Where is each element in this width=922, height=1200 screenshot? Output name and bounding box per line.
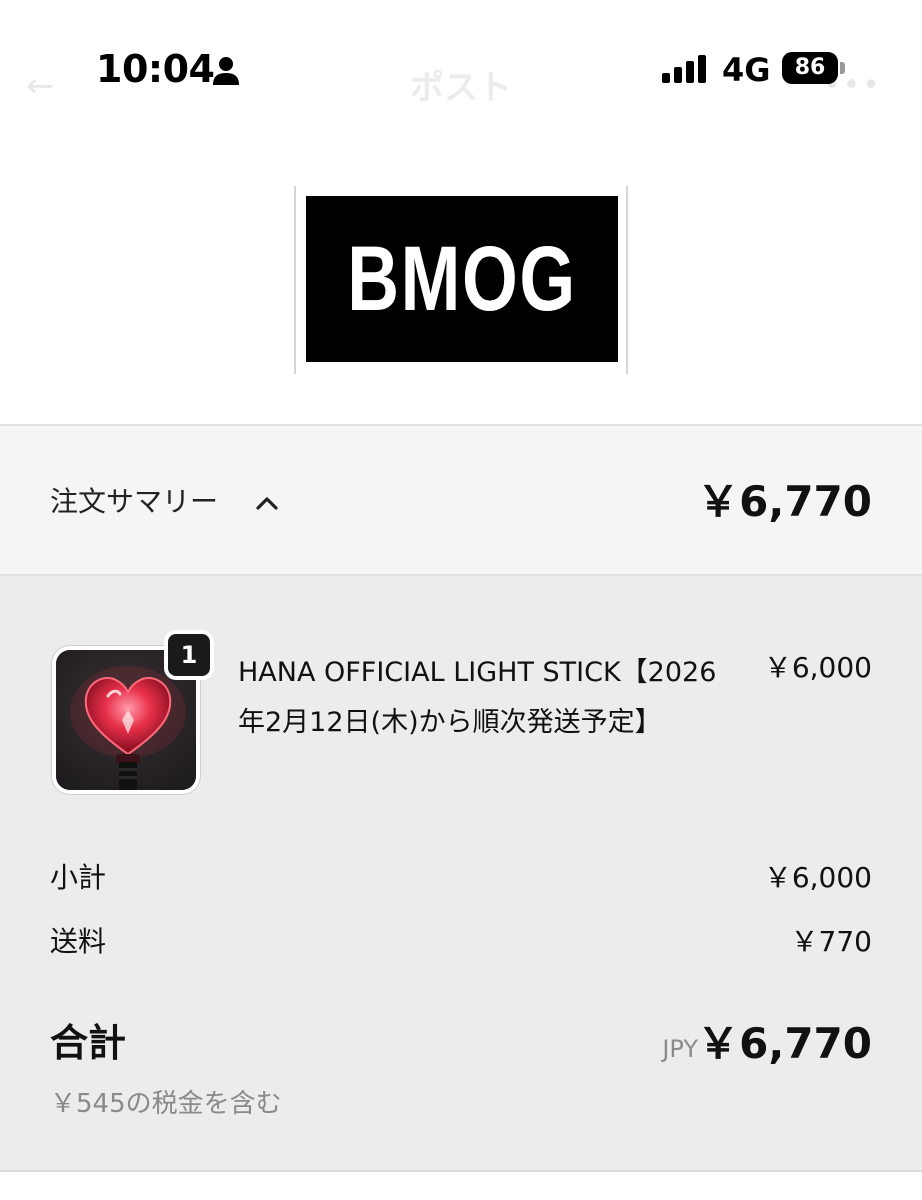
- person-icon: [213, 57, 239, 85]
- status-bar: ← ポスト ••• 10:04 4G 86: [0, 0, 922, 130]
- shipping-label: 送料: [50, 925, 107, 958]
- network-type: 4G: [722, 51, 771, 89]
- battery-nub: [840, 62, 845, 74]
- product-name: HANA OFFICIAL LIGHT STICK【2026年2月12日(木)か…: [238, 657, 717, 738]
- order-details: 1 HANA OFFICIAL LIGHT STICK【2026年2月12日(木…: [0, 576, 922, 1172]
- battery-icon: 86: [782, 52, 838, 84]
- order-summary-toggle[interactable]: 注文サマリー ￥6,770: [0, 424, 922, 576]
- tax-note: ￥545の税金を含む: [50, 1089, 282, 1119]
- currency-code: JPY: [662, 1035, 698, 1063]
- total-value: ￥6,770: [697, 1019, 872, 1068]
- logo-text: BMOG: [347, 228, 577, 330]
- shipping-value: ￥770: [790, 925, 872, 958]
- order-summary-total: ￥6,770: [697, 477, 872, 526]
- chevron-up-icon[interactable]: [254, 490, 280, 516]
- total-label: 合計: [50, 1021, 127, 1065]
- order-summary-label: 注文サマリー: [50, 485, 219, 518]
- subtotal-value: ￥6,000: [763, 861, 872, 894]
- signal-icon: [662, 55, 706, 83]
- subtotal-label: 小計: [50, 861, 107, 894]
- product-price: ￥6,000: [763, 651, 872, 684]
- quantity-badge: 1: [164, 630, 214, 680]
- logo-box: BMOG: [306, 196, 618, 362]
- brand-logo[interactable]: BMOG: [294, 186, 628, 374]
- checkout-page: ← ポスト ••• 10:04 4G 86 BMOG 注文サマリー ￥6,770: [0, 0, 922, 1200]
- clock: 10:04: [96, 47, 215, 91]
